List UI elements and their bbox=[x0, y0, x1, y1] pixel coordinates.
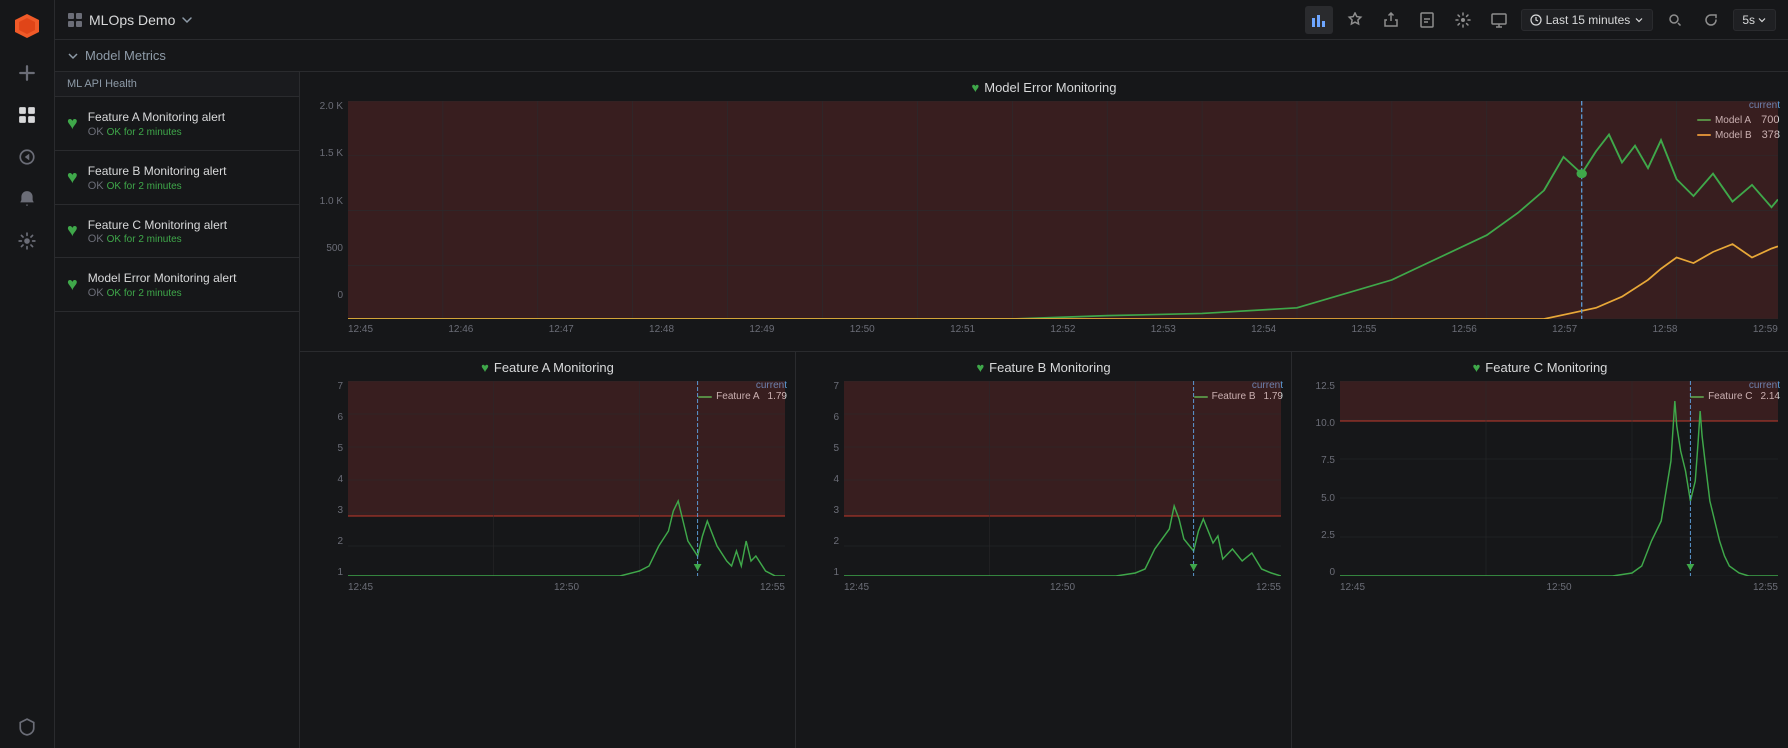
model-error-chart: ♥ Model Error Monitoring current Model A… bbox=[300, 72, 1788, 352]
feature-a-svg bbox=[348, 381, 785, 576]
feature-b-body: 7 6 5 4 3 2 1 bbox=[806, 381, 1281, 596]
feature-c-body: 12.5 10.0 7.5 5.0 2.5 0 bbox=[1302, 381, 1778, 596]
share-button[interactable] bbox=[1377, 6, 1405, 34]
search-icon bbox=[1668, 13, 1682, 27]
settings-button[interactable] bbox=[1449, 6, 1477, 34]
bottom-charts: ♥ Feature A Monitoring current Feature A… bbox=[300, 352, 1788, 748]
alert-text-c: Feature C Monitoring alert OK OK for 2 m… bbox=[88, 217, 287, 246]
tv-button[interactable] bbox=[1485, 6, 1513, 34]
x-axis-c: 12:45 12:50 12:55 bbox=[1340, 579, 1778, 593]
list-item[interactable]: ♥ Feature A Monitoring alert OK OK for 2… bbox=[55, 97, 299, 151]
y-axis-c: 12.5 10.0 7.5 5.0 2.5 0 bbox=[1302, 381, 1340, 596]
bookmark-button[interactable] bbox=[1413, 6, 1441, 34]
bar-chart-button[interactable] bbox=[1305, 6, 1333, 34]
model-error-chart-area[interactable]: 12:45 12:46 12:47 12:48 12:49 12:50 12:5… bbox=[348, 101, 1778, 319]
y-axis-main: 2.0 K 1.5 K 1.0 K 500 0 bbox=[310, 101, 348, 319]
heart-icon-b: ♥ bbox=[67, 167, 78, 188]
feature-a-title: ♥ Feature A Monitoring bbox=[310, 360, 785, 375]
chart-heart-c: ♥ bbox=[1473, 360, 1481, 375]
sidebar-item-shield[interactable] bbox=[16, 716, 38, 738]
section-chevron-icon[interactable] bbox=[67, 50, 79, 62]
topbar-right: Last 15 minutes 5s bbox=[1305, 6, 1776, 34]
dashboard-icon bbox=[67, 12, 83, 28]
chart-heart-icon: ♥ bbox=[972, 80, 980, 95]
refresh-interval-label: 5s bbox=[1742, 13, 1755, 27]
list-item[interactable]: ♥ Model Error Monitoring alert OK OK for… bbox=[55, 258, 299, 312]
refresh-button[interactable] bbox=[1697, 6, 1725, 34]
x-axis-a: 12:45 12:50 12:55 bbox=[348, 579, 785, 593]
y-axis-a: 7 6 5 4 3 2 1 bbox=[310, 381, 348, 596]
feature-c-svg bbox=[1340, 381, 1778, 576]
sidebar-item-bell[interactable] bbox=[16, 188, 38, 210]
alert-name-a: Feature A Monitoring alert bbox=[88, 109, 287, 126]
section-header: Model Metrics bbox=[55, 40, 1788, 72]
alert-status-c: OK OK for 2 minutes bbox=[88, 233, 287, 245]
alert-panel-header: ML API Health bbox=[55, 72, 299, 97]
chevron-down-icon bbox=[181, 14, 193, 26]
clock-icon bbox=[1530, 14, 1542, 26]
chart-heart-b: ♥ bbox=[976, 360, 984, 375]
heart-icon-c: ♥ bbox=[67, 220, 78, 241]
feature-c-chart-area[interactable]: 12:45 12:50 12:55 bbox=[1340, 381, 1778, 596]
alert-status-b: OK OK for 2 minutes bbox=[88, 180, 287, 192]
refresh-icon bbox=[1704, 13, 1718, 27]
topbar-left: MLOps Demo bbox=[67, 12, 193, 28]
topbar: MLOps Demo bbox=[55, 0, 1788, 40]
alert-status-error: OK OK for 2 minutes bbox=[88, 287, 287, 299]
model-error-chart-body: 2.0 K 1.5 K 1.0 K 500 0 bbox=[310, 101, 1778, 319]
alert-text-b: Feature B Monitoring alert OK OK for 2 m… bbox=[88, 163, 287, 192]
list-item[interactable]: ♥ Feature C Monitoring alert OK OK for 2… bbox=[55, 205, 299, 259]
model-error-chart-title: ♥ Model Error Monitoring bbox=[310, 80, 1778, 95]
sidebar-item-grid[interactable] bbox=[16, 104, 38, 126]
sidebar-item-explore[interactable] bbox=[16, 146, 38, 168]
section-title: Model Metrics bbox=[85, 48, 166, 63]
y-axis-b: 7 6 5 4 3 2 1 bbox=[806, 381, 844, 596]
feature-a-chart: ♥ Feature A Monitoring current Feature A… bbox=[300, 352, 796, 748]
topbar-title: MLOps Demo bbox=[89, 12, 175, 28]
x-axis-b: 12:45 12:50 12:55 bbox=[844, 579, 1281, 593]
alert-name-c: Feature C Monitoring alert bbox=[88, 217, 287, 234]
ok-label-a: OK bbox=[88, 126, 107, 138]
alert-status-a: OK OK for 2 minutes bbox=[88, 126, 287, 138]
alert-name-error: Model Error Monitoring alert bbox=[88, 270, 287, 287]
feature-b-chart-area[interactable]: 12:45 12:50 12:55 bbox=[844, 381, 1281, 596]
alert-panel: ML API Health ♥ Feature A Monitoring ale… bbox=[55, 72, 300, 748]
sidebar bbox=[0, 0, 55, 748]
refresh-chevron-icon bbox=[1757, 15, 1767, 25]
heart-icon-a: ♥ bbox=[67, 113, 78, 134]
feature-b-title: ♥ Feature B Monitoring bbox=[806, 360, 1281, 375]
alert-text-a: Feature A Monitoring alert OK OK for 2 m… bbox=[88, 109, 287, 138]
list-item[interactable]: ♥ Feature B Monitoring alert OK OK for 2… bbox=[55, 151, 299, 205]
time-range-label: Last 15 minutes bbox=[1546, 13, 1631, 27]
star-button[interactable] bbox=[1341, 6, 1369, 34]
dashboard-grid: ML API Health ♥ Feature A Monitoring ale… bbox=[55, 72, 1788, 748]
model-error-svg bbox=[348, 101, 1778, 319]
alert-panel-title: ML API Health bbox=[67, 78, 137, 90]
chart-heart-a: ♥ bbox=[481, 360, 489, 375]
x-axis-main: 12:45 12:46 12:47 12:48 12:49 12:50 12:5… bbox=[348, 322, 1778, 335]
time-range-button[interactable]: Last 15 minutes bbox=[1521, 9, 1654, 31]
sidebar-logo[interactable] bbox=[11, 10, 43, 42]
refresh-interval-button[interactable]: 5s bbox=[1733, 9, 1776, 31]
app-logo-icon bbox=[13, 12, 41, 40]
feature-a-body: 7 6 5 4 3 2 1 bbox=[310, 381, 785, 596]
feature-c-title: ♥ Feature C Monitoring bbox=[1302, 360, 1778, 375]
alert-name-b: Feature B Monitoring alert bbox=[88, 163, 287, 180]
sidebar-item-settings[interactable] bbox=[16, 230, 38, 252]
feature-a-chart-area[interactable]: 12:45 12:50 12:55 bbox=[348, 381, 785, 596]
feature-c-chart: ♥ Feature C Monitoring current Feature C… bbox=[1292, 352, 1788, 748]
feature-b-chart: ♥ Feature B Monitoring current Feature B… bbox=[796, 352, 1292, 748]
sidebar-item-add[interactable] bbox=[16, 62, 38, 84]
alert-text-error: Model Error Monitoring alert OK OK for 2… bbox=[88, 270, 287, 299]
feature-b-svg bbox=[844, 381, 1281, 576]
search-button[interactable] bbox=[1661, 6, 1689, 34]
heart-icon-error: ♥ bbox=[67, 274, 78, 295]
time-chevron-icon bbox=[1634, 15, 1644, 25]
main-content: MLOps Demo bbox=[55, 0, 1788, 748]
